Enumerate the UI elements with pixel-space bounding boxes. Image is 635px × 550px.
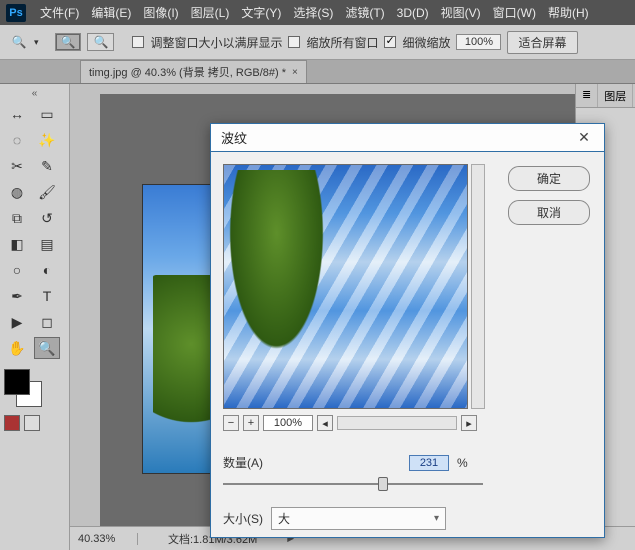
marquee-tool-icon[interactable]: ▭	[34, 103, 60, 125]
amount-label: 数量(A)	[223, 454, 263, 471]
hand-tool-icon[interactable]: ✋	[4, 337, 30, 359]
preview-zoom-input[interactable]: 100%	[263, 415, 313, 431]
status-zoom[interactable]: 40.33%	[78, 533, 138, 545]
screenmode-icon[interactable]	[24, 415, 40, 431]
menu-filter[interactable]: 滤镜(T)	[339, 4, 390, 21]
preview-zoom-out-button[interactable]: −	[223, 415, 239, 431]
cancel-button[interactable]: 取消	[508, 200, 590, 225]
blur-tool-icon[interactable]: ○	[4, 259, 30, 281]
dodge-tool-icon[interactable]: ◐	[34, 259, 60, 281]
type-tool-icon[interactable]: T	[34, 285, 60, 307]
quickmask-icon[interactable]	[4, 415, 20, 431]
stamp-tool-icon[interactable]: ⧉	[4, 207, 30, 229]
ok-button[interactable]: 确定	[508, 166, 590, 191]
wand-tool-icon[interactable]: ✨	[34, 129, 60, 151]
document-tab[interactable]: timg.jpg @ 40.3% (背景 拷贝, RGB/8#) * ×	[80, 60, 307, 83]
slider-thumb[interactable]	[378, 477, 388, 491]
close-icon[interactable]: ×	[292, 67, 298, 78]
hscroll-right-button[interactable]: ▸	[461, 415, 477, 431]
menu-help[interactable]: 帮助(H)	[542, 4, 595, 21]
menu-edit[interactable]: 编辑(E)	[85, 4, 137, 21]
dock-icon-tab[interactable]: ≣	[576, 84, 598, 107]
zoom-out-button[interactable]: 🔍	[87, 33, 114, 51]
ripple-dialog: 波纹 ✕ 确定 取消 − + 100% ◂ ▸ 数量(A) 231 %	[210, 123, 605, 538]
toolbox-collapse-icon[interactable]: «	[4, 88, 65, 99]
chevron-down-icon: ▾	[34, 37, 39, 48]
options-bar: 🔍 ▾ 🔍 🔍 调整窗口大小以满屏显示 缩放所有窗口 细微缩放 100% 适合屏幕	[0, 25, 635, 60]
menu-type[interactable]: 文字(Y)	[235, 4, 287, 21]
menubar: Ps 文件(F) 编辑(E) 图像(I) 图层(L) 文字(Y) 选择(S) 滤…	[0, 0, 635, 25]
all-windows-checkbox[interactable]	[288, 36, 300, 48]
fit-window-checkbox[interactable]	[132, 36, 144, 48]
dialog-close-button[interactable]: ✕	[574, 129, 594, 146]
scrubby-zoom-checkbox[interactable]	[384, 36, 396, 48]
brush-tool-icon[interactable]: 🖌	[34, 181, 60, 203]
eyedropper-tool-icon[interactable]: ✎	[34, 155, 60, 177]
amount-percent-label: %	[457, 456, 468, 470]
menu-select[interactable]: 选择(S)	[287, 4, 339, 21]
fit-window-label: 调整窗口大小以满屏显示	[150, 34, 282, 51]
zoom-tool-active-icon[interactable]: 🔍	[34, 337, 60, 359]
preview-zoom-in-button[interactable]: +	[243, 415, 259, 431]
menu-window[interactable]: 窗口(W)	[487, 4, 542, 21]
shape-tool-icon[interactable]: ◻	[34, 311, 60, 333]
pen-tool-icon[interactable]: ✒	[4, 285, 30, 307]
menu-layer[interactable]: 图层(L)	[185, 4, 236, 21]
path-select-icon[interactable]: ▶	[4, 311, 30, 333]
history-brush-icon[interactable]: ↺	[34, 207, 60, 229]
amount-slider[interactable]	[223, 477, 483, 491]
eraser-tool-icon[interactable]: ◧	[4, 233, 30, 255]
preview-hscrollbar[interactable]	[337, 416, 457, 430]
zoom-percent-input[interactable]: 100%	[456, 34, 501, 50]
document-tab-bar: timg.jpg @ 40.3% (背景 拷贝, RGB/8#) * ×	[0, 60, 635, 84]
gradient-tool-icon[interactable]: ▤	[34, 233, 60, 255]
crop-tool-icon[interactable]: ✂	[4, 155, 30, 177]
move-tool-icon[interactable]: ↔	[4, 103, 30, 125]
lasso-tool-icon[interactable]: ◌	[4, 129, 30, 151]
size-dropdown[interactable]: 大 ▾	[271, 507, 446, 530]
filter-preview[interactable]	[223, 164, 468, 409]
app-logo: Ps	[6, 4, 26, 22]
dialog-title-label: 波纹	[221, 128, 247, 147]
foreground-color-swatch[interactable]	[4, 369, 30, 395]
menu-3d[interactable]: 3D(D)	[391, 6, 435, 20]
size-dropdown-value: 大	[278, 510, 290, 527]
scrubby-zoom-label: 细微缩放	[402, 34, 450, 51]
color-swatches[interactable]	[4, 369, 44, 409]
dialog-titlebar[interactable]: 波纹 ✕	[211, 124, 604, 152]
menu-file[interactable]: 文件(F)	[34, 4, 85, 21]
hscroll-left-button[interactable]: ◂	[317, 415, 333, 431]
layers-panel-tab[interactable]: 图层	[598, 84, 633, 107]
fit-screen-button[interactable]: 适合屏幕	[507, 31, 577, 54]
document-tab-label: timg.jpg @ 40.3% (背景 拷贝, RGB/8#) *	[89, 64, 286, 80]
amount-input[interactable]: 231	[409, 455, 449, 471]
toolbox: « ↔ ▭ ◌ ✨ ✂ ✎ ◍ 🖌 ⧉ ↺ ◧ ▤ ○ ◐ ✒ T ▶ ◻ ✋ …	[0, 84, 70, 550]
menu-view[interactable]: 视图(V)	[435, 4, 487, 21]
healing-tool-icon[interactable]: ◍	[4, 181, 30, 203]
zoom-tool-icon: 🔍	[10, 33, 28, 51]
size-label: 大小(S)	[223, 510, 263, 527]
preview-vscrollbar[interactable]	[471, 164, 485, 409]
chevron-down-icon: ▾	[434, 513, 439, 524]
menu-image[interactable]: 图像(I)	[137, 4, 184, 21]
all-windows-label: 缩放所有窗口	[306, 34, 378, 51]
zoom-in-button[interactable]: 🔍	[55, 33, 82, 51]
